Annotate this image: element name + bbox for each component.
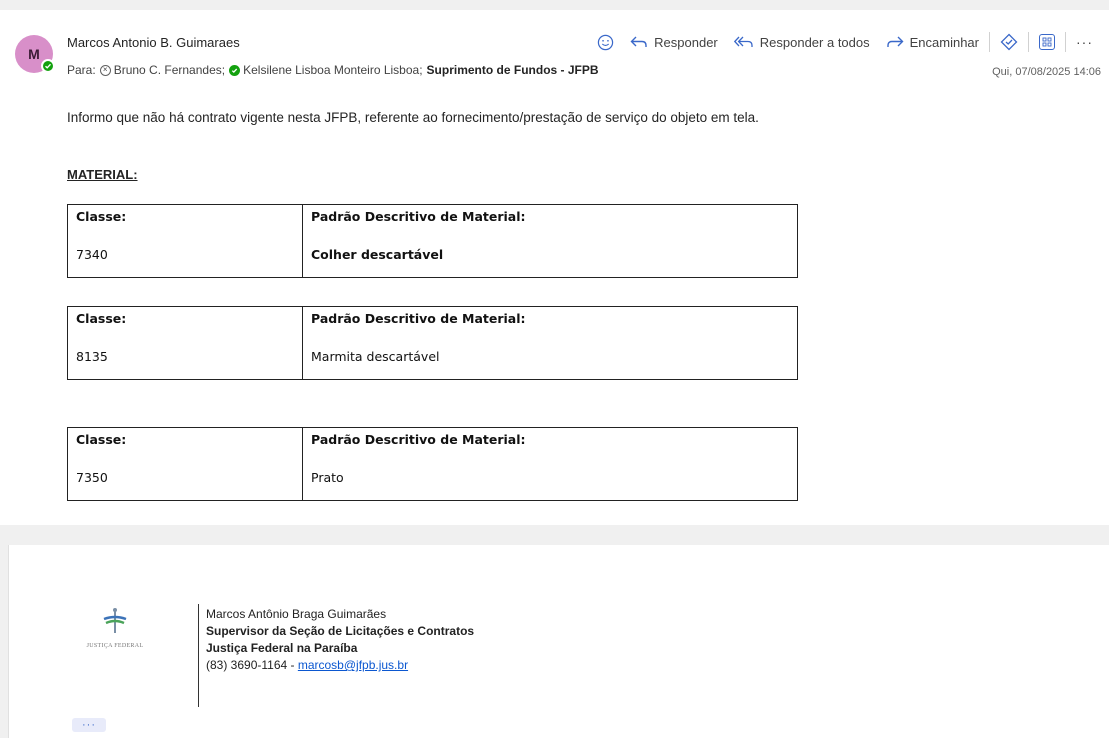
table-row: Classe: 7350 Padrão Descritivo de Materia…	[67, 427, 798, 501]
justice-scales-logo-icon	[103, 608, 127, 633]
tag-button[interactable]	[992, 30, 1026, 54]
sender-name[interactable]: Marcos Antonio B. Guimaraes	[67, 35, 240, 50]
justica-federal-logo: JUSTIÇA FEDERAL	[70, 606, 160, 649]
logo-text: JUSTIÇA FEDERAL	[86, 643, 144, 649]
message-intro: Informo que não há contrato vigente nest…	[67, 110, 759, 125]
signature-name: Marcos Antônio Braga Guimarães	[206, 607, 387, 621]
material-table-2: Classe: 8135 Padrão Descritivo de Materia…	[67, 306, 798, 380]
emoji-reaction-button[interactable]	[589, 30, 622, 54]
toolbar-divider	[1028, 32, 1029, 52]
signature-email-link[interactable]: marcosb@jfpb.jus.br	[298, 658, 408, 672]
toolbar-divider	[989, 32, 990, 52]
ellipsis-icon: ···	[1076, 34, 1093, 50]
signature-phone: (83) 3690-1164 -	[206, 658, 298, 672]
toolbar-divider	[1065, 32, 1066, 52]
material-table-1: Classe: 7340 Padrão Descritivo de Materia…	[67, 204, 798, 278]
reply-icon	[630, 36, 647, 47]
table-row: Classe: 7340 Padrão Descritivo de Materia…	[67, 204, 798, 278]
class-header: Classe:	[76, 209, 127, 224]
forward-icon	[886, 36, 904, 47]
recipient-1[interactable]: × Bruno C. Fernandes;	[99, 63, 226, 77]
recipient-name: Suprimento de Fundos - JFPB	[426, 63, 599, 77]
description-header: Padrão Descritivo de Material:	[311, 209, 526, 224]
class-cell: Classe: 7350	[67, 427, 303, 501]
to-label: Para:	[67, 63, 96, 77]
recipient-name: Bruno C. Fernandes;	[113, 63, 226, 77]
recipient-2[interactable]: Kelsilene Lisboa Monteiro Lisboa;	[229, 63, 423, 77]
reply-all-label: Responder a todos	[759, 34, 870, 50]
class-value: 7350	[76, 470, 108, 485]
description-value: Marmita descartável	[311, 349, 440, 364]
apps-grid-icon	[1039, 34, 1055, 50]
more-actions-button[interactable]: ···	[1068, 30, 1101, 54]
quote-rail	[8, 545, 9, 738]
class-header: Classe:	[76, 432, 127, 447]
recipients-line: Para: × Bruno C. Fernandes; Kelsilene Li…	[67, 63, 599, 77]
class-cell: Classe: 7340	[67, 204, 303, 278]
description-value: Colher descartável	[311, 247, 444, 262]
smiley-icon	[597, 34, 614, 50]
class-cell: Classe: 8135	[67, 306, 303, 380]
class-value: 7340	[76, 247, 108, 262]
show-more-button[interactable]: ···	[72, 718, 106, 732]
description-header: Padrão Descritivo de Material:	[311, 311, 526, 326]
class-value: 8135	[76, 349, 108, 364]
sent-date: Qui, 07/08/2025 14:06	[992, 66, 1101, 78]
recipient-name: Kelsilene Lisboa Monteiro Lisboa;	[243, 63, 423, 77]
presence-icon	[41, 59, 55, 73]
reply-all-button[interactable]: Responder a todos	[726, 30, 878, 54]
signature-card	[8, 545, 1109, 738]
avatar-initial: M	[28, 46, 40, 62]
presence-unknown-icon: ×	[99, 64, 111, 76]
apps-button[interactable]	[1031, 30, 1063, 54]
signature-role: Supervisor da Seção de Licitações e Cont…	[206, 624, 475, 638]
tag-icon	[1000, 33, 1018, 51]
reply-all-icon	[733, 36, 753, 47]
description-cell: Padrão Descritivo de Material: Marmita de…	[302, 306, 798, 380]
forward-button[interactable]: Encaminhar	[878, 30, 987, 54]
recipient-3[interactable]: Suprimento de Fundos - JFPB	[427, 63, 599, 77]
class-header: Classe:	[76, 311, 127, 326]
signature-org: Justiça Federal na Paraíba	[206, 641, 358, 655]
signature-contact: (83) 3690-1164 - marcosb@jfpb.jus.br	[206, 657, 474, 674]
material-table-3: Classe: 7350 Padrão Descritivo de Materia…	[67, 427, 798, 501]
description-cell: Padrão Descritivo de Material: Colher des…	[302, 204, 798, 278]
signature-divider	[198, 604, 199, 707]
description-value: Prato	[311, 470, 344, 485]
message-toolbar: Responder Responder a todos Encaminhar ·…	[589, 30, 1101, 54]
presence-available-icon	[229, 64, 241, 76]
signature-block: Marcos Antônio Braga Guimarães Superviso…	[206, 606, 474, 674]
table-row: Classe: 8135 Padrão Descritivo de Materia…	[67, 306, 798, 380]
forward-label: Encaminhar	[909, 34, 979, 50]
reply-label: Responder	[654, 34, 718, 50]
section-title: MATERIAL:	[67, 167, 138, 182]
description-cell: Padrão Descritivo de Material: Prato	[302, 427, 798, 501]
description-header: Padrão Descritivo de Material:	[311, 432, 526, 447]
reply-button[interactable]: Responder	[622, 30, 726, 54]
